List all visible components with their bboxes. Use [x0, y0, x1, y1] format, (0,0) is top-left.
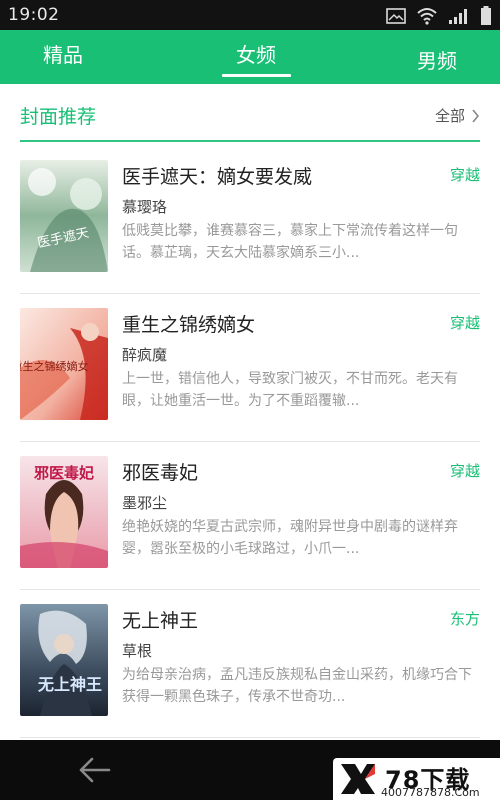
section-title: 封面推荐: [20, 106, 97, 128]
book-author: 草根: [122, 642, 153, 660]
view-all-link[interactable]: 全部: [435, 105, 480, 126]
book-list: 医手遮天 医手遮天：嫡女要发威 穿越 慕璎珞 低贱莫比攀，谁赛慕容三，慕家上下常…: [0, 146, 500, 738]
book-cover: 无上神王: [20, 604, 108, 716]
book-author: 醉疯魔: [122, 346, 168, 364]
status-icons: [386, 6, 492, 26]
tab-featured[interactable]: 精品: [40, 40, 86, 74]
genre-tag: 东方: [449, 610, 480, 628]
book-list-item[interactable]: 邪医毒妃 邪医毒妃 穿越 墨邪尘 绝艳妖娆的华夏古武宗师，魂附异世身中剧毒的谜样…: [0, 442, 500, 590]
signal-icon: [449, 9, 467, 24]
view-all-label: 全部: [434, 107, 465, 125]
book-description: 为给母亲治病，孟凡违反族规私自金山采药，机缘巧合下获得一颗黑色珠子，传承不世奇功…: [122, 667, 472, 705]
cover-text: 邪医毒妃: [33, 464, 94, 482]
cover-text: 重生之锦绣嫡女: [20, 359, 89, 373]
chevron-right-icon: [472, 108, 480, 123]
genre-tag: 穿越: [449, 314, 480, 332]
book-description: 上一世，错信他人，导致家门被灭，不甘而死。老天有眼，让她重活一世。为了不重蹈覆辙…: [122, 371, 458, 409]
image-notification-icon: [386, 8, 406, 24]
battery-icon: [481, 6, 491, 25]
book-cover: 邪医毒妃: [20, 456, 108, 568]
book-description: 绝艳妖娆的华夏古武宗师，魂附异世身中剧毒的谜样弃婴，嚣张至极的小毛球路过，小爪一…: [122, 519, 458, 557]
status-bar: 19:02: [0, 0, 500, 30]
book-title: 邪医毒妃: [122, 462, 199, 484]
book-list-item[interactable]: 医手遮天 医手遮天：嫡女要发威 穿越 慕璎珞 低贱莫比攀，谁赛慕容三，慕家上下常…: [0, 146, 500, 294]
book-title: 重生之锦绣嫡女: [122, 314, 256, 336]
book-list-item[interactable]: 无上神王 无上神王 东方 草根 为给母亲治病，孟凡违反族规私自金山采药，机缘巧合…: [0, 590, 500, 738]
watermark: 78下载 4007787878.Com: [333, 758, 500, 800]
book-description: 低贱莫比攀，谁赛慕容三，慕家上下常流传着这样一句话。慕芷璃，天玄大陆慕家嫡系三小…: [122, 223, 458, 261]
watermark-logo-icon: [341, 764, 375, 794]
watermark-url: 4007787878.Com: [381, 786, 480, 799]
book-title: 无上神王: [122, 610, 199, 632]
book-list-item[interactable]: 重生之锦绣嫡女 重生之锦绣嫡女 穿越 醉疯魔 上一世，错信他人，导致家门被灭，不…: [0, 294, 500, 442]
section-header: 封面推荐 全部: [0, 84, 500, 142]
book-cover: 重生之锦绣嫡女: [20, 308, 108, 420]
active-tab-indicator: [222, 74, 291, 77]
book-cover: 医手遮天: [20, 160, 108, 272]
back-arrow-icon[interactable]: [78, 755, 112, 785]
cover-text: 无上神王: [37, 675, 102, 694]
book-title: 医手遮天：嫡女要发威: [122, 166, 313, 188]
book-author: 慕璎珞: [122, 198, 168, 216]
status-time: 19:02: [8, 5, 60, 25]
section-divider: [20, 140, 480, 142]
category-tab-bar: 精品 女频 男频: [0, 30, 500, 84]
genre-tag: 穿越: [449, 462, 480, 480]
tab-female[interactable]: 女频: [223, 40, 289, 74]
genre-tag: 穿越: [449, 166, 480, 184]
tab-male[interactable]: 男频: [414, 46, 460, 80]
book-author: 墨邪尘: [122, 494, 168, 512]
wifi-icon: [417, 8, 437, 25]
